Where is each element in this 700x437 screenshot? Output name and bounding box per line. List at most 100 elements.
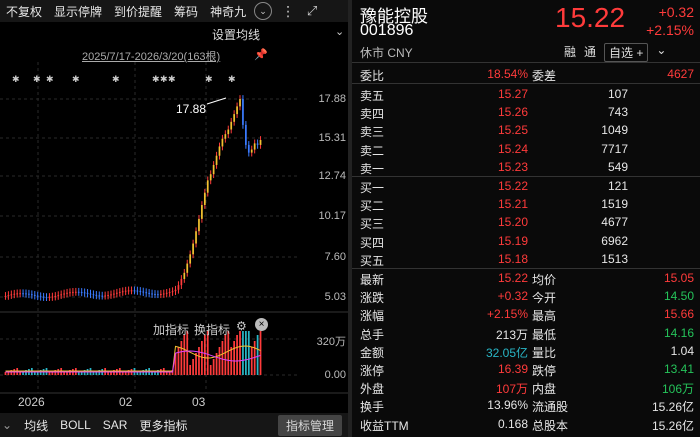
switch-indicator-button[interactable]: 换指标 xyxy=(194,321,230,338)
candle-body xyxy=(45,297,48,299)
candle-body xyxy=(206,180,209,193)
volume-bar xyxy=(218,347,221,375)
candle-body xyxy=(250,149,253,153)
more-icon[interactable]: ⋮ xyxy=(280,3,296,19)
candle-body xyxy=(242,99,244,125)
candle-body xyxy=(121,291,124,293)
order-level-row[interactable]: 买二 15.21 1519 xyxy=(352,196,700,213)
level-volume: 121 xyxy=(607,179,628,193)
order-level-row[interactable]: 买三 15.20 4677 xyxy=(352,214,700,231)
volume-bar xyxy=(236,335,238,375)
stat-value: 1.04 xyxy=(670,343,694,358)
stat-value: 106万 xyxy=(661,382,694,397)
volume-bar xyxy=(259,331,262,375)
indicator-bar: ⌄ 均线 BOLL SAR 更多指标 指标管理 xyxy=(0,413,350,437)
x-tick: 03 xyxy=(192,395,206,409)
candle-body xyxy=(19,293,21,295)
expand-icon[interactable]: ⤢ xyxy=(304,3,320,19)
add-indicator-button[interactable]: 加指标 xyxy=(153,321,189,338)
ma-tab[interactable]: 均线 xyxy=(18,417,54,434)
volume-bar xyxy=(247,331,250,375)
stat-value: 15.26亿 xyxy=(651,418,694,433)
order-ratio-row: 委比 18.54% 委差 4627 xyxy=(352,66,700,83)
candle-body xyxy=(95,294,98,296)
stat-value: 32.05亿 xyxy=(485,345,528,360)
candle-body xyxy=(148,292,150,294)
candle-body xyxy=(28,293,30,295)
order-level-row[interactable]: 卖四 15.26 743 xyxy=(352,104,700,121)
adjust-dropdown[interactable]: 不复权 xyxy=(0,3,48,20)
sar-tab[interactable]: SAR xyxy=(97,418,134,432)
y-tick: 12.74 xyxy=(318,170,346,182)
candle-body xyxy=(25,293,27,295)
candle-body xyxy=(60,294,63,296)
event-marker-icon: ✱ xyxy=(228,75,236,85)
stat-label: 金额 xyxy=(360,345,385,360)
chevron-down-icon[interactable]: ⌄ xyxy=(254,2,273,20)
level-price: 15.26 xyxy=(497,105,528,120)
candle-body xyxy=(227,129,230,135)
candle-body xyxy=(36,295,39,297)
candle-body xyxy=(192,243,194,255)
candle-body xyxy=(171,291,174,293)
stat-value: 13.96% xyxy=(487,398,528,413)
close-icon[interactable]: × xyxy=(255,318,268,331)
stat-row: 涨停 16.39 跌停 13.41 xyxy=(352,361,700,378)
volume-bar xyxy=(209,365,212,375)
candle-body xyxy=(215,155,218,165)
volume-bar xyxy=(192,359,194,375)
order-level-row[interactable]: 卖二 15.24 7717 xyxy=(352,141,700,158)
candle-body xyxy=(101,295,104,297)
collapse-icon[interactable]: ⌄ xyxy=(0,418,18,432)
boll-tab[interactable]: BOLL xyxy=(54,418,97,432)
vol-tick: 0.00 xyxy=(324,369,346,381)
level-label: 卖五 xyxy=(360,89,385,103)
stat-value: +2.15% xyxy=(486,307,528,322)
candle-body xyxy=(110,294,112,296)
candle-body xyxy=(157,294,159,296)
peak-label: 17.88 xyxy=(176,102,207,116)
level-price: 15.24 xyxy=(497,141,528,156)
magic-nine-button[interactable]: 神奇九 xyxy=(204,3,252,20)
order-level-row[interactable]: 买五 15.18 1513 xyxy=(352,251,700,268)
level-volume: 4677 xyxy=(601,215,628,230)
divider xyxy=(352,176,700,177)
level-price: 15.25 xyxy=(497,123,528,138)
diff-label: 委差 xyxy=(532,69,557,83)
order-level-row[interactable]: 买一 15.22 121 xyxy=(352,178,700,195)
candle-body xyxy=(224,134,227,139)
gear-icon[interactable]: ⚙ xyxy=(236,319,247,333)
candle-body xyxy=(218,146,221,156)
level-volume: 743 xyxy=(607,105,628,120)
volume-bar xyxy=(242,331,244,375)
stat-value: 14.50 xyxy=(663,289,694,304)
connect-badge[interactable]: 通 xyxy=(584,43,596,62)
price-alert-button[interactable]: 到价提醒 xyxy=(108,3,168,20)
show-suspension-toggle[interactable]: 显示停牌 xyxy=(48,3,108,20)
ratio-label: 委比 xyxy=(360,69,385,83)
indicator-manage-button[interactable]: 指标管理 xyxy=(277,414,342,436)
volume-bar xyxy=(195,353,197,375)
chips-button[interactable]: 筹码 xyxy=(168,3,204,20)
order-level-row[interactable]: 买四 15.19 6962 xyxy=(352,233,700,250)
candle-body xyxy=(57,295,60,297)
order-level-row[interactable]: 卖五 15.27 107 xyxy=(352,86,700,103)
margin-badge[interactable]: 融 xyxy=(564,43,576,62)
level-price: 15.27 xyxy=(497,87,528,101)
candle-body xyxy=(239,99,241,107)
add-watchlist-button[interactable]: 自选 + xyxy=(604,43,649,62)
vol-tick: 320万 xyxy=(316,336,346,348)
chevron-down-icon[interactable]: ⌄ xyxy=(656,43,666,62)
candle-body xyxy=(130,290,133,292)
order-level-row[interactable]: 卖一 15.23 549 xyxy=(352,159,700,176)
more-indicators-tab[interactable]: 更多指标 xyxy=(133,417,193,434)
candle-body xyxy=(80,291,83,293)
quote-panel: 豫能控股 001896 休市 CNY 15.22 +0.32 +2.15% 融 … xyxy=(352,0,700,437)
candle-body xyxy=(98,295,101,297)
order-level-row[interactable]: 卖三 15.25 1049 xyxy=(352,122,700,139)
kline-chart-panel[interactable]: 设置均线 ⌄ 2025/7/17-2026/3/20(163根) 📌 ✱ ✱ ✱ ✱ ✱… xyxy=(0,22,350,415)
level-price: 15.21 xyxy=(497,197,528,212)
kline-svg: ✱ ✱ ✱ ✱ ✱ ✱ ✱ ✱ ✱ ✱ xyxy=(0,62,350,394)
candle-body xyxy=(89,293,92,295)
candle-body xyxy=(177,285,180,290)
